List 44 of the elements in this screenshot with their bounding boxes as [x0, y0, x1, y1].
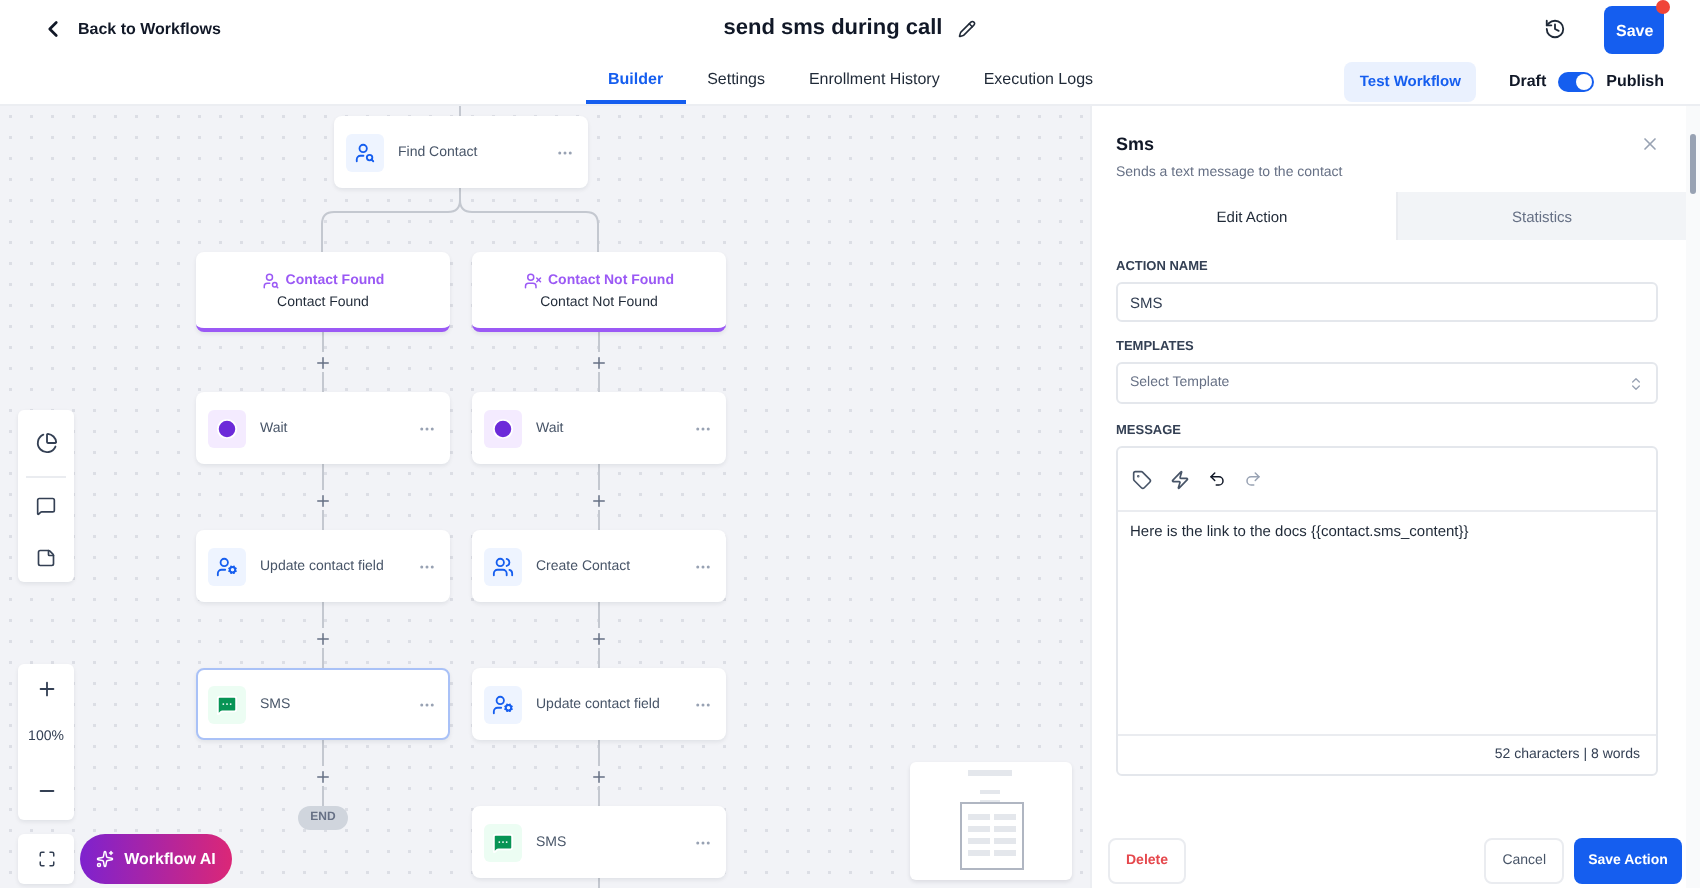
redo-icon[interactable] — [1244, 470, 1262, 488]
note-icon — [36, 548, 56, 568]
connector-line — [459, 187, 599, 253]
chat-icon — [492, 831, 514, 853]
plus-icon — [35, 677, 57, 699]
plus-icon — [590, 491, 608, 509]
chevron-updown-icon — [1628, 375, 1644, 391]
plus-icon — [314, 767, 332, 785]
minimap[interactable] — [910, 762, 1072, 880]
comment-icon — [36, 496, 56, 516]
user-search-icon — [354, 141, 376, 163]
user-icon — [492, 693, 514, 715]
close-icon[interactable] — [1640, 134, 1660, 154]
publish-toggle[interactable] — [1558, 71, 1595, 91]
back-link[interactable]: Back to Workflows — [40, 15, 221, 41]
plus-icon — [590, 767, 608, 785]
publish-label: Publish — [1606, 72, 1664, 90]
workflow-title: send sms during call — [723, 16, 943, 40]
plus-icon — [590, 629, 608, 647]
workflow-ai-button[interactable]: Workflow AI — [80, 834, 232, 884]
expand-icon — [37, 850, 55, 868]
connector-line — [459, 106, 461, 117]
sparkles-icon — [96, 850, 115, 868]
lightning-icon[interactable] — [1170, 469, 1190, 489]
edit-icon[interactable] — [958, 19, 977, 37]
plus-icon — [314, 353, 332, 371]
pie-chart-icon — [35, 432, 57, 454]
plus-icon — [314, 629, 332, 647]
save-button[interactable]: Save — [1604, 6, 1664, 54]
nav-tab[interactable]: Execution Logs — [961, 56, 1116, 104]
nav-tab[interactable]: Enrollment History — [786, 56, 962, 104]
users-icon — [492, 555, 514, 577]
nav-tab[interactable]: Settings — [685, 56, 787, 104]
tag-icon[interactable] — [1132, 469, 1152, 489]
user-x-icon — [524, 271, 542, 289]
user-icon — [216, 555, 238, 577]
chat-icon — [216, 693, 238, 715]
user-search-icon — [261, 271, 280, 289]
undo-icon[interactable] — [1208, 470, 1226, 488]
history-icon[interactable] — [1544, 17, 1566, 39]
draft-label: Draft — [1508, 72, 1547, 90]
panel-title: Sms — [1116, 134, 1155, 154]
plus-icon — [590, 353, 608, 371]
plus-icon — [314, 491, 332, 509]
